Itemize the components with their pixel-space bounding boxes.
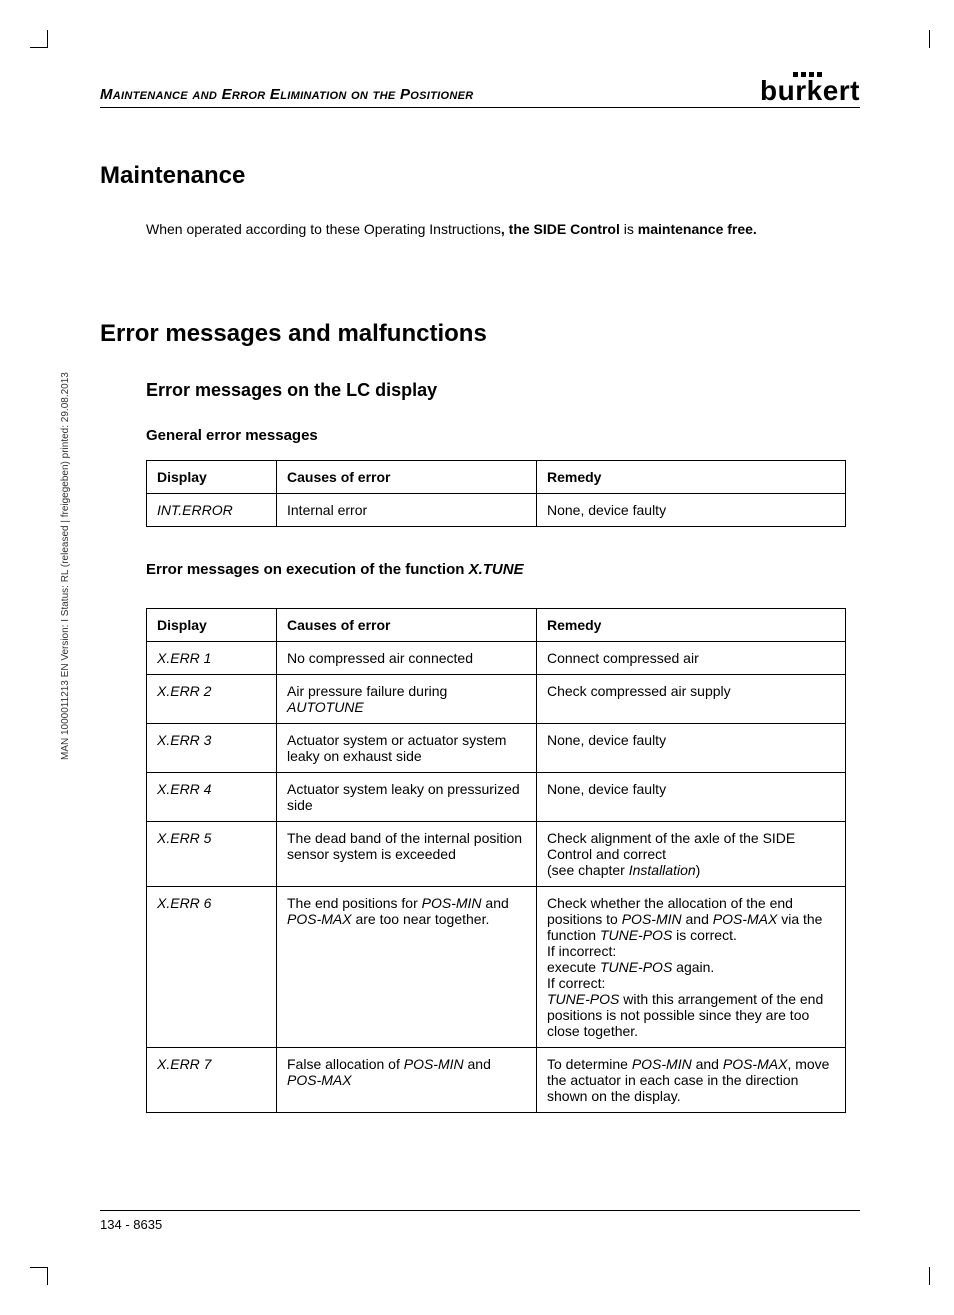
- th-display: Display: [147, 608, 277, 641]
- page-header: Maintenance and Error Elimination on the…: [100, 72, 860, 108]
- table-row: X.ERR 7False allocation of POS-MIN and P…: [147, 1047, 846, 1112]
- cell-display: X.ERR 3: [147, 723, 277, 772]
- brand-logo: burkert: [760, 72, 860, 103]
- text-italic: X.TUNE: [469, 561, 524, 578]
- heading-general-errors: General error messages: [146, 427, 860, 444]
- cell-display: X.ERR 1: [147, 641, 277, 674]
- text: When operated according to these Operati…: [146, 221, 501, 237]
- cell-cause: Actuator system leaky on pressurized sid…: [277, 772, 537, 821]
- crop-mark: [30, 1267, 48, 1285]
- cell-display: X.ERR 2: [147, 674, 277, 723]
- cell-display: X.ERR 4: [147, 772, 277, 821]
- text: and: [682, 911, 713, 927]
- text-italic: POS-MAX: [713, 911, 778, 927]
- text: and: [464, 1056, 491, 1072]
- crop-mark: [30, 30, 48, 48]
- text: and: [482, 895, 509, 911]
- table-row: X.ERR 4Actuator system leaky on pressuri…: [147, 772, 846, 821]
- table-row: X.ERR 3Actuator system or actuator syste…: [147, 723, 846, 772]
- th-display: Display: [147, 460, 277, 493]
- text-italic: POS-MIN: [404, 1056, 464, 1072]
- text-italic: POS-MAX: [287, 1072, 352, 1088]
- cell-cause: No compressed air connected: [277, 641, 537, 674]
- page-number: 134: [100, 1217, 122, 1232]
- text-italic: TUNE-POS: [547, 991, 619, 1007]
- brand-logo-text: burkert: [760, 78, 860, 103]
- cell-cause: False allocation of POS-MIN and POS-MAX: [277, 1047, 537, 1112]
- text-bold: , the SIDE Control: [501, 221, 620, 237]
- cell-remedy: Connect compressed air: [537, 641, 846, 674]
- text-italic: TUNE-POS: [600, 959, 672, 975]
- heading-lc-display: Error messages on the LC display: [146, 380, 860, 401]
- heading-xtune-errors: Error messages on execution of the funct…: [146, 561, 860, 578]
- table-xtune-errors: Display Causes of error Remedy X.ERR 1No…: [146, 608, 846, 1113]
- table-row: X.ERR 1No compressed air connectedConnec…: [147, 641, 846, 674]
- cell-remedy: Check alignment of the axle of the SIDE …: [537, 821, 846, 886]
- crop-mark: [929, 30, 930, 48]
- cell-cause: Actuator system or actuator system leaky…: [277, 723, 537, 772]
- maintenance-paragraph: When operated according to these Operati…: [146, 220, 860, 240]
- text-italic: Installation: [629, 862, 696, 878]
- text-italic: AUTOTUNE: [287, 699, 364, 715]
- heading-errors: Error messages and malfunctions: [100, 320, 860, 348]
- cell-cause: Air pressure failure during AUTOTUNE: [277, 674, 537, 723]
- th-remedy: Remedy: [537, 460, 846, 493]
- cell-remedy: None, device faulty: [537, 493, 846, 526]
- text: To determine: [547, 1056, 632, 1072]
- running-title: Maintenance and Error Elimination on the…: [100, 86, 474, 103]
- cell-display: INT.ERROR: [147, 493, 277, 526]
- th-remedy: Remedy: [537, 608, 846, 641]
- text: is: [620, 221, 638, 237]
- cell-display: X.ERR 6: [147, 886, 277, 1047]
- table-row: INT.ERROR Internal error None, device fa…: [147, 493, 846, 526]
- th-cause: Causes of error: [277, 460, 537, 493]
- cell-remedy: To determine POS-MIN and POS-MAX, move t…: [537, 1047, 846, 1112]
- cell-cause: Internal error: [277, 493, 537, 526]
- table-general-errors: Display Causes of error Remedy INT.ERROR…: [146, 460, 846, 527]
- text-bold: maintenance free.: [638, 221, 757, 237]
- text: are too near together.: [352, 911, 490, 927]
- text: ): [696, 862, 701, 878]
- cell-display: X.ERR 5: [147, 821, 277, 886]
- text: and: [692, 1056, 723, 1072]
- cell-remedy: None, device faulty: [537, 723, 846, 772]
- table-row: X.ERR 2Air pressure failure during AUTOT…: [147, 674, 846, 723]
- cell-cause: The end positions for POS-MIN and POS-MA…: [277, 886, 537, 1047]
- table-header-row: Display Causes of error Remedy: [147, 608, 846, 641]
- cell-cause: The dead band of the internal position s…: [277, 821, 537, 886]
- text-italic: POS-MAX: [723, 1056, 788, 1072]
- vertical-print-note: MAN 1000011213 EN Version: I Status: RL …: [60, 372, 71, 760]
- cell-remedy: None, device faulty: [537, 772, 846, 821]
- text-italic: TUNE-POS: [600, 927, 672, 943]
- text-italic: POS-MIN: [622, 911, 682, 927]
- heading-maintenance: Maintenance: [100, 162, 860, 190]
- table-row: X.ERR 5The dead band of the internal pos…: [147, 821, 846, 886]
- doc-number: 8635: [133, 1217, 162, 1232]
- cell-display: X.ERR 7: [147, 1047, 277, 1112]
- table-row: X.ERR 6The end positions for POS-MIN and…: [147, 886, 846, 1047]
- text-italic: POS-MIN: [422, 895, 482, 911]
- text: False allocation of: [287, 1056, 404, 1072]
- text: Error messages on execution of the funct…: [146, 561, 469, 578]
- cell-remedy: Check compressed air supply: [537, 674, 846, 723]
- th-cause: Causes of error: [277, 608, 537, 641]
- text-italic: POS-MAX: [287, 911, 352, 927]
- text: -: [122, 1217, 134, 1232]
- table-header-row: Display Causes of error Remedy: [147, 460, 846, 493]
- crop-mark: [929, 1267, 930, 1285]
- text-italic: POS-MIN: [632, 1056, 692, 1072]
- page-footer: 134 - 8635: [100, 1210, 860, 1232]
- text: Air pressure failure during: [287, 683, 447, 699]
- cell-remedy: Check whether the allocation of the end …: [537, 886, 846, 1047]
- text: The end positions for: [287, 895, 422, 911]
